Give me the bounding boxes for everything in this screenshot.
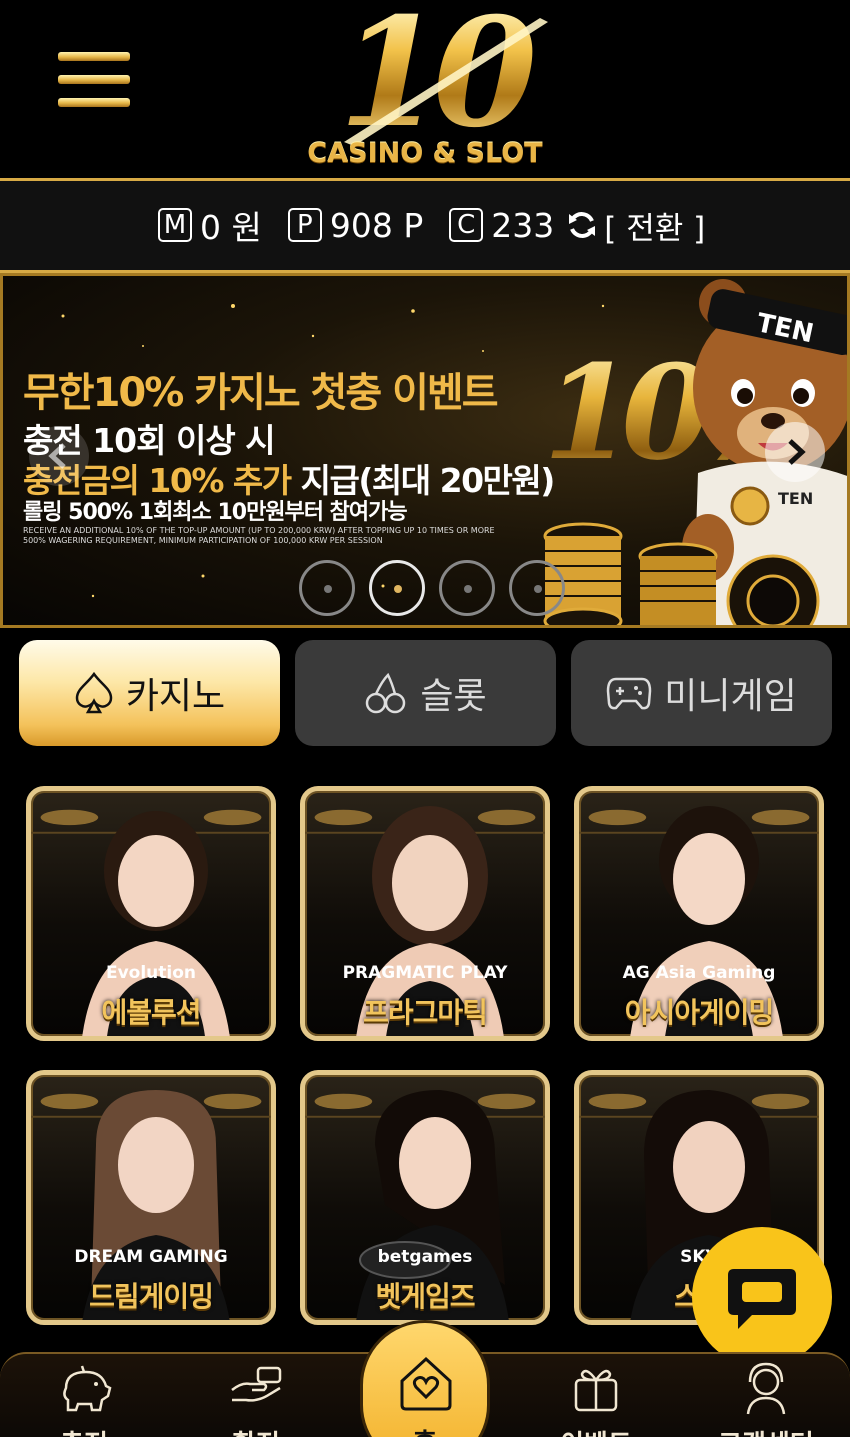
game-name: 드림게이밍 (89, 1280, 214, 1313)
nav-withdraw-label: 환전 (196, 1424, 316, 1437)
banner-title: 무한10% 카지노 첫충 이벤트 (23, 370, 499, 416)
piggy-bank-icon (63, 1365, 112, 1412)
banner-dot-3[interactable] (439, 560, 495, 616)
banner-prev-button[interactable] (29, 426, 89, 486)
nav-support[interactable]: 고객센터 (706, 1354, 826, 1437)
nav-deposit-label: 충전 (24, 1424, 144, 1437)
tab-minigame[interactable]: 미니게임 (571, 640, 832, 746)
point-balance: 908 P (329, 205, 424, 245)
tab-slot[interactable]: 슬롯 (295, 640, 556, 746)
banner-next-button[interactable] (765, 422, 825, 482)
cherry-icon (366, 672, 406, 714)
header: 10 CASINO & SLOT (0, 0, 850, 178)
game-name: 프라그마틱 (363, 996, 488, 1029)
chat-bubble-icon (728, 1269, 796, 1329)
logo-subtitle: CASINO & SLOT (307, 138, 543, 169)
provider-logo-text: DREAM GAMING (74, 1247, 228, 1267)
banner-english-text: RECEIVE AN ADDITIONAL 10% OF THE TOP-UP … (23, 526, 543, 546)
game-name: 에볼루션 (101, 996, 201, 1029)
provider-logo-text: Evolution (105, 963, 197, 983)
home-heart-icon (400, 1356, 452, 1411)
game-name: 아시아게이밍 (624, 996, 775, 1029)
game-card-dream-gaming[interactable]: DREAM GAMING 드림게이밍 (26, 1070, 276, 1325)
game-card-evolution[interactable]: Evolution 에볼루션 (26, 786, 276, 1041)
banner-line-4: 롤링 500% 1회최소 10만원부터 참여가능 (23, 500, 408, 525)
tab-minigame-label: 미니게임 (664, 676, 797, 717)
switch-button[interactable]: [ 전환 ] (604, 203, 705, 248)
banner-dot-4[interactable] (509, 560, 565, 616)
banner-english-line-1: RECEIVE AN ADDITIONAL 10% OF THE TOP-UP … (23, 526, 495, 535)
game-card-betgames[interactable]: betgames 벳게임즈 (300, 1070, 550, 1325)
tab-casino[interactable]: 카지노 (19, 640, 280, 746)
nav-home[interactable]: 홈 (360, 1320, 490, 1437)
banner-dot-2[interactable] (369, 560, 425, 616)
site-logo[interactable]: 10 CASINO & SLOT (300, 0, 550, 178)
hamburger-menu-icon[interactable] (58, 52, 130, 114)
game-name: 벳게임즈 (375, 1280, 475, 1313)
refresh-icon[interactable] (566, 209, 598, 241)
nav-home-label: 홈 (363, 1423, 487, 1437)
logo-slash-graphic (344, 18, 548, 146)
live-chat-button[interactable] (692, 1227, 832, 1367)
banner-pagination (299, 560, 579, 616)
shirt-text: TEN (778, 489, 813, 508)
game-card-pragmatic[interactable]: PRAGMATIC PLAY 프라그마틱 (300, 786, 550, 1041)
coupon-badge: C (449, 208, 484, 242)
provider-logo-text: PRAGMATIC PLAY (342, 963, 508, 983)
tab-casino-label: 카지노 (125, 676, 226, 717)
nav-event-label: 이벤트 (536, 1424, 656, 1437)
category-tabs: 카지노 슬롯 미니게임 (19, 640, 832, 746)
point-badge: P (287, 208, 322, 242)
nav-support-label: 고객센터 (706, 1424, 826, 1437)
coupon-balance: 233 (491, 205, 555, 245)
money-badge: M (158, 208, 192, 242)
promo-banner[interactable]: 무한10% 카지노 첫충 이벤트 충전 10회 이상 시 충전금의 10% 추가… (0, 273, 850, 628)
money-balance: 0 원 (200, 208, 262, 247)
money-exchange-icon (231, 1366, 282, 1402)
chevron-left-icon (48, 443, 66, 469)
balance-bar: M 0 원 P 908 P C 233 [ 전환 ] (0, 178, 850, 273)
nav-deposit[interactable]: 충전 (24, 1354, 144, 1437)
nav-withdraw[interactable]: 환전 (196, 1354, 316, 1437)
chevron-right-icon (788, 439, 806, 465)
game-card-asia-gaming[interactable]: AG Asia Gaming 아시아게이밍 (574, 786, 824, 1041)
spade-icon (75, 671, 113, 714)
nav-event[interactable]: 이벤트 (536, 1354, 656, 1437)
banner-english-line-2: 500% WAGERING REQUIREMENT, MINIMUM PARTI… (23, 536, 383, 545)
gamepad-icon (606, 677, 652, 710)
tab-slot-label: 슬롯 (420, 676, 487, 717)
banner-dot-1[interactable] (299, 560, 355, 616)
provider-logo-text: betgames (377, 1247, 473, 1267)
gift-icon (574, 1369, 618, 1412)
provider-logo-text: AG Asia Gaming (622, 963, 776, 983)
support-agent-icon (746, 1362, 786, 1415)
